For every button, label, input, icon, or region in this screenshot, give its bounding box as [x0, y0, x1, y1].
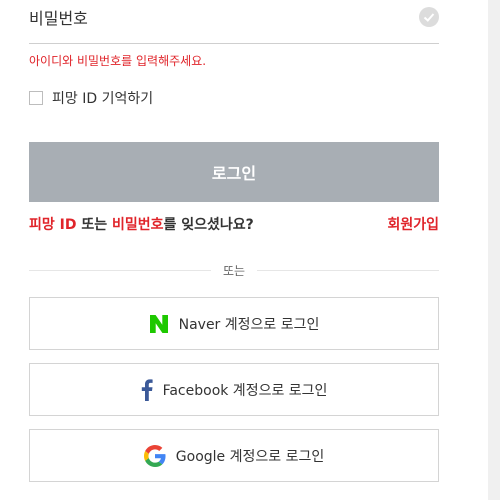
- google-login-label: Google 계정으로 로그인: [175, 448, 325, 465]
- divider-line-right: [257, 270, 439, 271]
- password-input[interactable]: [29, 0, 409, 36]
- google-icon: [143, 444, 166, 467]
- check-icon: [419, 7, 439, 27]
- forgot-credentials-link[interactable]: 피망 ID 또는 비밀번호를 잊으셨나요?: [29, 214, 254, 234]
- remember-id-checkbox[interactable]: [29, 91, 43, 105]
- google-login-button[interactable]: Google 계정으로 로그인: [29, 429, 439, 482]
- error-message: 아이디와 비밀번호를 입력해주세요.: [29, 54, 207, 68]
- forgot-question-text: 를 잊으셨나요?: [163, 217, 254, 233]
- signup-link[interactable]: 회원가입: [387, 214, 439, 234]
- forgot-id-text: 피망 ID: [29, 217, 77, 233]
- scrollbar-track[interactable]: [488, 0, 500, 500]
- remember-id-checkbox-row[interactable]: 피망 ID 기억하기: [29, 88, 153, 108]
- forgot-password-text: 비밀번호: [111, 217, 164, 233]
- or-divider: 또는: [29, 262, 439, 278]
- facebook-login-label: Facebook 계정으로 로그인: [162, 382, 328, 399]
- password-field-row: [29, 0, 439, 44]
- naver-login-label: Naver 계정으로 로그인: [178, 316, 320, 333]
- login-button[interactable]: 로그인: [29, 142, 439, 202]
- remember-id-label: 피망 ID 기억하기: [52, 91, 154, 107]
- forgot-or-text: 또는: [76, 217, 112, 233]
- facebook-login-button[interactable]: Facebook 계정으로 로그인: [29, 363, 439, 416]
- naver-icon: [149, 314, 169, 334]
- naver-login-button[interactable]: Naver 계정으로 로그인: [29, 297, 439, 350]
- facebook-icon: [141, 378, 153, 401]
